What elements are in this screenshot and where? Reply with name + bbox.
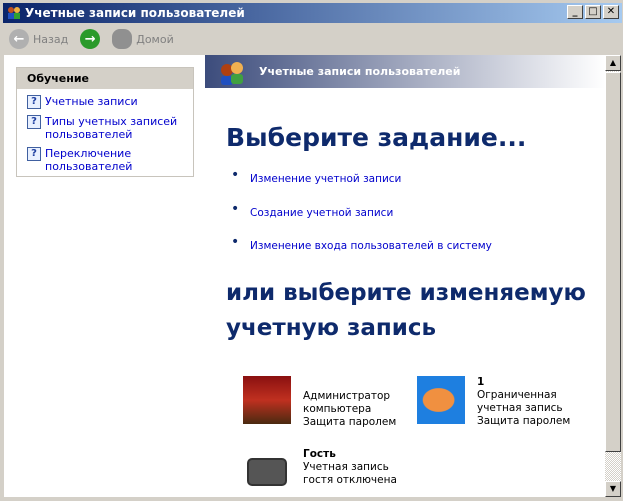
scroll-up-button[interactable]: ▲ xyxy=(605,55,621,71)
window-title: Учетные записи пользователей xyxy=(25,6,245,20)
task-label: Создание учетной записи xyxy=(250,207,394,219)
help-icon: ? xyxy=(27,115,41,129)
account-line: Защита паролем xyxy=(477,415,571,427)
banner: Учетные записи пользователей xyxy=(205,55,605,88)
close-button[interactable]: ✕ xyxy=(603,5,619,19)
minimize-button[interactable]: _ xyxy=(567,5,583,19)
account-line: учетная запись xyxy=(477,402,563,414)
forward-button[interactable]: → xyxy=(80,29,101,49)
home-label: Домой xyxy=(136,32,174,46)
suitcase-picture xyxy=(243,448,291,496)
scroll-down-button[interactable]: ▼ xyxy=(605,481,621,497)
account-guest[interactable]: Гость Учетная запись гостя отключена xyxy=(243,448,397,496)
users-icon xyxy=(221,62,243,85)
back-arrow-icon: ← xyxy=(9,29,29,49)
account-name: 1 xyxy=(477,376,485,388)
learn-header: Обучение xyxy=(17,68,193,89)
banner-title: Учетные записи пользователей xyxy=(259,65,461,78)
account-line: компьютера xyxy=(303,403,372,415)
account-line: Учетная запись xyxy=(303,461,389,473)
title-bar: Учетные записи пользователей _ □ ✕ xyxy=(3,3,622,23)
scroll-thumb[interactable] xyxy=(605,72,621,452)
fish-picture xyxy=(417,376,465,424)
back-button[interactable]: ← Назад xyxy=(9,29,68,49)
sidebar-item-label: Типы учетных записей пользователей xyxy=(45,115,178,141)
window: Учетные записи пользователей _ □ ✕ ← Назад … xyxy=(0,0,623,501)
sidebar-item-label: Учетные записи xyxy=(45,95,138,108)
home-users-icon xyxy=(112,29,133,49)
forward-arrow-icon: → xyxy=(80,29,101,49)
task-label: Изменение учетной записи xyxy=(250,173,402,185)
account-line: Администратор xyxy=(303,390,391,402)
sidebar-item-account-types[interactable]: ? Типы учетных записей пользователей xyxy=(17,115,193,141)
toolbar: ← Назад → Домой xyxy=(3,24,622,54)
task-change-logon[interactable]: Изменение входа пользователей в систему xyxy=(231,234,492,252)
account-line: Ограниченная xyxy=(477,389,557,401)
sidebar-item-label: Переключение пользователей xyxy=(45,147,133,173)
account-line: Защита паролем xyxy=(303,416,397,428)
account-line: гостя отключена xyxy=(303,474,397,486)
account-name: Гость xyxy=(303,448,336,460)
task-create-account[interactable]: Создание учетной записи xyxy=(231,201,394,219)
pick-account-heading-2: учетную запись xyxy=(226,315,437,341)
account-1[interactable]: 1 Ограниченная учетная запись Защита пароле… xyxy=(417,376,570,428)
account-admin[interactable]: Администратор компьютера Защита паролем xyxy=(243,376,396,429)
vertical-scrollbar[interactable]: ▲ ▼ xyxy=(605,55,621,497)
sidebar-item-accounts[interactable]: ? Учетные записи xyxy=(17,95,193,109)
maximize-button[interactable]: □ xyxy=(585,5,601,19)
back-label: Назад xyxy=(33,32,69,46)
home-button[interactable]: Домой xyxy=(112,29,174,49)
pick-account-heading: или выберите изменяемую xyxy=(226,280,586,306)
task-label: Изменение входа пользователей в систему xyxy=(250,240,492,252)
chess-picture xyxy=(243,376,291,424)
content: Обучение ? Учетные записи ? Типы учетных з… xyxy=(4,55,605,497)
help-icon: ? xyxy=(27,147,41,161)
help-icon: ? xyxy=(27,95,41,109)
sidebar-item-switching[interactable]: ? Переключение пользователей xyxy=(17,147,193,173)
sidebar: Обучение ? Учетные записи ? Типы учетных з… xyxy=(4,55,205,497)
users-icon xyxy=(8,7,20,19)
pick-task-heading: Выберите задание... xyxy=(226,123,527,152)
learn-box: Обучение ? Учетные записи ? Типы учетных з… xyxy=(16,67,194,177)
task-change-account[interactable]: Изменение учетной записи xyxy=(231,167,402,185)
